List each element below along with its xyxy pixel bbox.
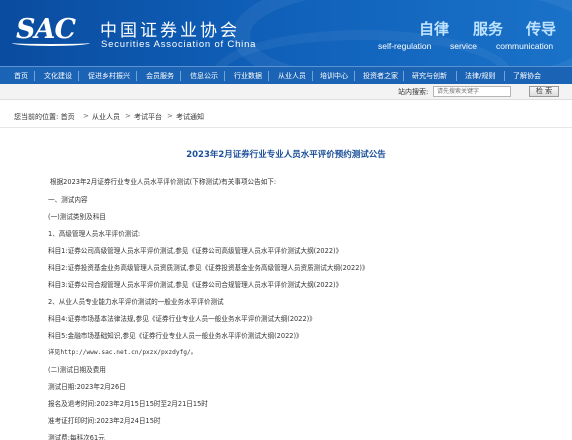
breadcrumb-exam-platform[interactable]: 考试平台	[134, 112, 162, 122]
nav-item-culture[interactable]: 文化建设	[44, 71, 72, 81]
nav-item-practitioners[interactable]: 从业人员	[278, 71, 306, 81]
breadcrumb-home[interactable]: 您当前的位置: 首页	[14, 112, 75, 122]
article-paragraph: 测试费:每科次61元	[48, 434, 105, 440]
search-bar: 站内搜索: 检 索	[0, 84, 572, 100]
article-paragraph: 准考证打印时间:2023年2月24日15时	[48, 417, 161, 425]
breadcrumb-separator: >	[125, 112, 131, 120]
article-paragraph: 科目4:证券市场基本法律法规,参见《证券行业专业人员一般业务水平评价测试大纲(2…	[48, 315, 316, 323]
article-paragraph: 报名及退考时间:2023年2月15日15时至2月21日15时	[48, 400, 208, 408]
breadcrumb: 您当前的位置: 首页 > 从业人员 > 考试平台 > 考试通知	[0, 101, 572, 128]
nav-divider	[34, 71, 35, 81]
reference-link[interactable]: 详见http://www.sac.net.cn/pxzx/pxzdyfg/。	[48, 347, 197, 356]
org-name-en: Securities Association of China	[101, 39, 257, 50]
motto-self-regulation-cn: 自律	[419, 20, 450, 38]
article-paragraph: 科目2:证券投资基金业务高级管理人员资质测试,参见《证券投资基金业务高级管理人员…	[48, 264, 369, 272]
article-paragraph: 科目3:证券公司合规管理人员水平评价测试,参见《证券公司合规管理人员水平评价测试…	[48, 281, 343, 289]
site-header: SAC 中国证券业协会 Securities Association of Ch…	[0, 0, 572, 66]
motto-self-regulation-en: self-regulation	[378, 41, 432, 51]
article-paragraph: 根据2023年2月证券行业专业人员水平评价测试(下称测试)有关事项公告如下:	[50, 178, 277, 186]
breadcrumb-separator: >	[83, 112, 89, 120]
article-paragraph: (一)测试类别及科目	[48, 213, 106, 221]
breadcrumb-practitioners[interactable]: 从业人员	[92, 112, 120, 122]
breadcrumb-separator: >	[167, 112, 173, 120]
nav-item-investor-home[interactable]: 投资者之家	[363, 71, 398, 81]
nav-divider	[504, 71, 505, 81]
nav-divider	[312, 71, 313, 81]
nav-divider	[180, 71, 181, 81]
breadcrumb-exam-notice[interactable]: 考试通知	[176, 112, 204, 122]
motto-communication-en: communication	[496, 41, 554, 51]
nav-divider	[354, 71, 355, 81]
nav-item-about[interactable]: 了解协会	[513, 71, 541, 81]
nav-item-home[interactable]: 首页	[14, 71, 28, 81]
article-paragraph: 科目1:证券公司高级管理人员水平评价测试,参见《证券公司高级管理人员水平评价测试…	[48, 247, 343, 255]
org-name-cn: 中国证券业协会	[100, 21, 240, 41]
nav-item-law-rules[interactable]: 法律/规则	[465, 71, 495, 81]
nav-divider	[268, 71, 269, 81]
nav-item-rural[interactable]: 促进乡村振兴	[88, 71, 130, 81]
motto-service-en: service	[450, 41, 477, 51]
main-nav: 首页 文化建设 促进乡村振兴 会员服务 信息公示 行业数据 从业人员 培训中心 …	[0, 66, 572, 84]
article-paragraph: 科目5:金融市场基础知识,参见《证券行业专业人员一般业务水平评价测试大纲(202…	[48, 332, 303, 340]
section-heading: 一、测试内容	[48, 196, 88, 204]
nav-divider	[403, 71, 404, 81]
article-paragraph: 2、从业人员专业能力水平评价测试的一般业务水平评价测试	[48, 298, 224, 306]
article-paragraph: 1、高级管理人员水平评价测试:	[48, 230, 141, 238]
article-title: 2023年2月证券行业专业人员水平评价预约测试公告	[186, 150, 386, 160]
nav-divider	[456, 71, 457, 81]
nav-item-training[interactable]: 培训中心	[320, 71, 348, 81]
nav-divider	[224, 71, 225, 81]
nav-item-member-service[interactable]: 会员服务	[146, 71, 174, 81]
search-input[interactable]	[433, 86, 511, 97]
nav-item-info-disclosure[interactable]: 信息公示	[190, 71, 218, 81]
motto-communication-cn: 传导	[526, 20, 557, 38]
nav-item-industry-data[interactable]: 行业数据	[234, 71, 262, 81]
article-paragraph: (二)测试日期及费用	[48, 366, 106, 374]
nav-item-research[interactable]: 研究与创新	[412, 71, 447, 81]
search-button[interactable]: 检 索	[529, 86, 559, 97]
logo-swoosh	[12, 40, 90, 46]
motto-service-cn: 服务	[473, 20, 504, 38]
nav-divider	[136, 71, 137, 81]
nav-divider	[78, 71, 79, 81]
search-label: 站内搜索:	[398, 88, 429, 96]
article-paragraph: 测试日期:2023年2月26日	[48, 383, 126, 391]
